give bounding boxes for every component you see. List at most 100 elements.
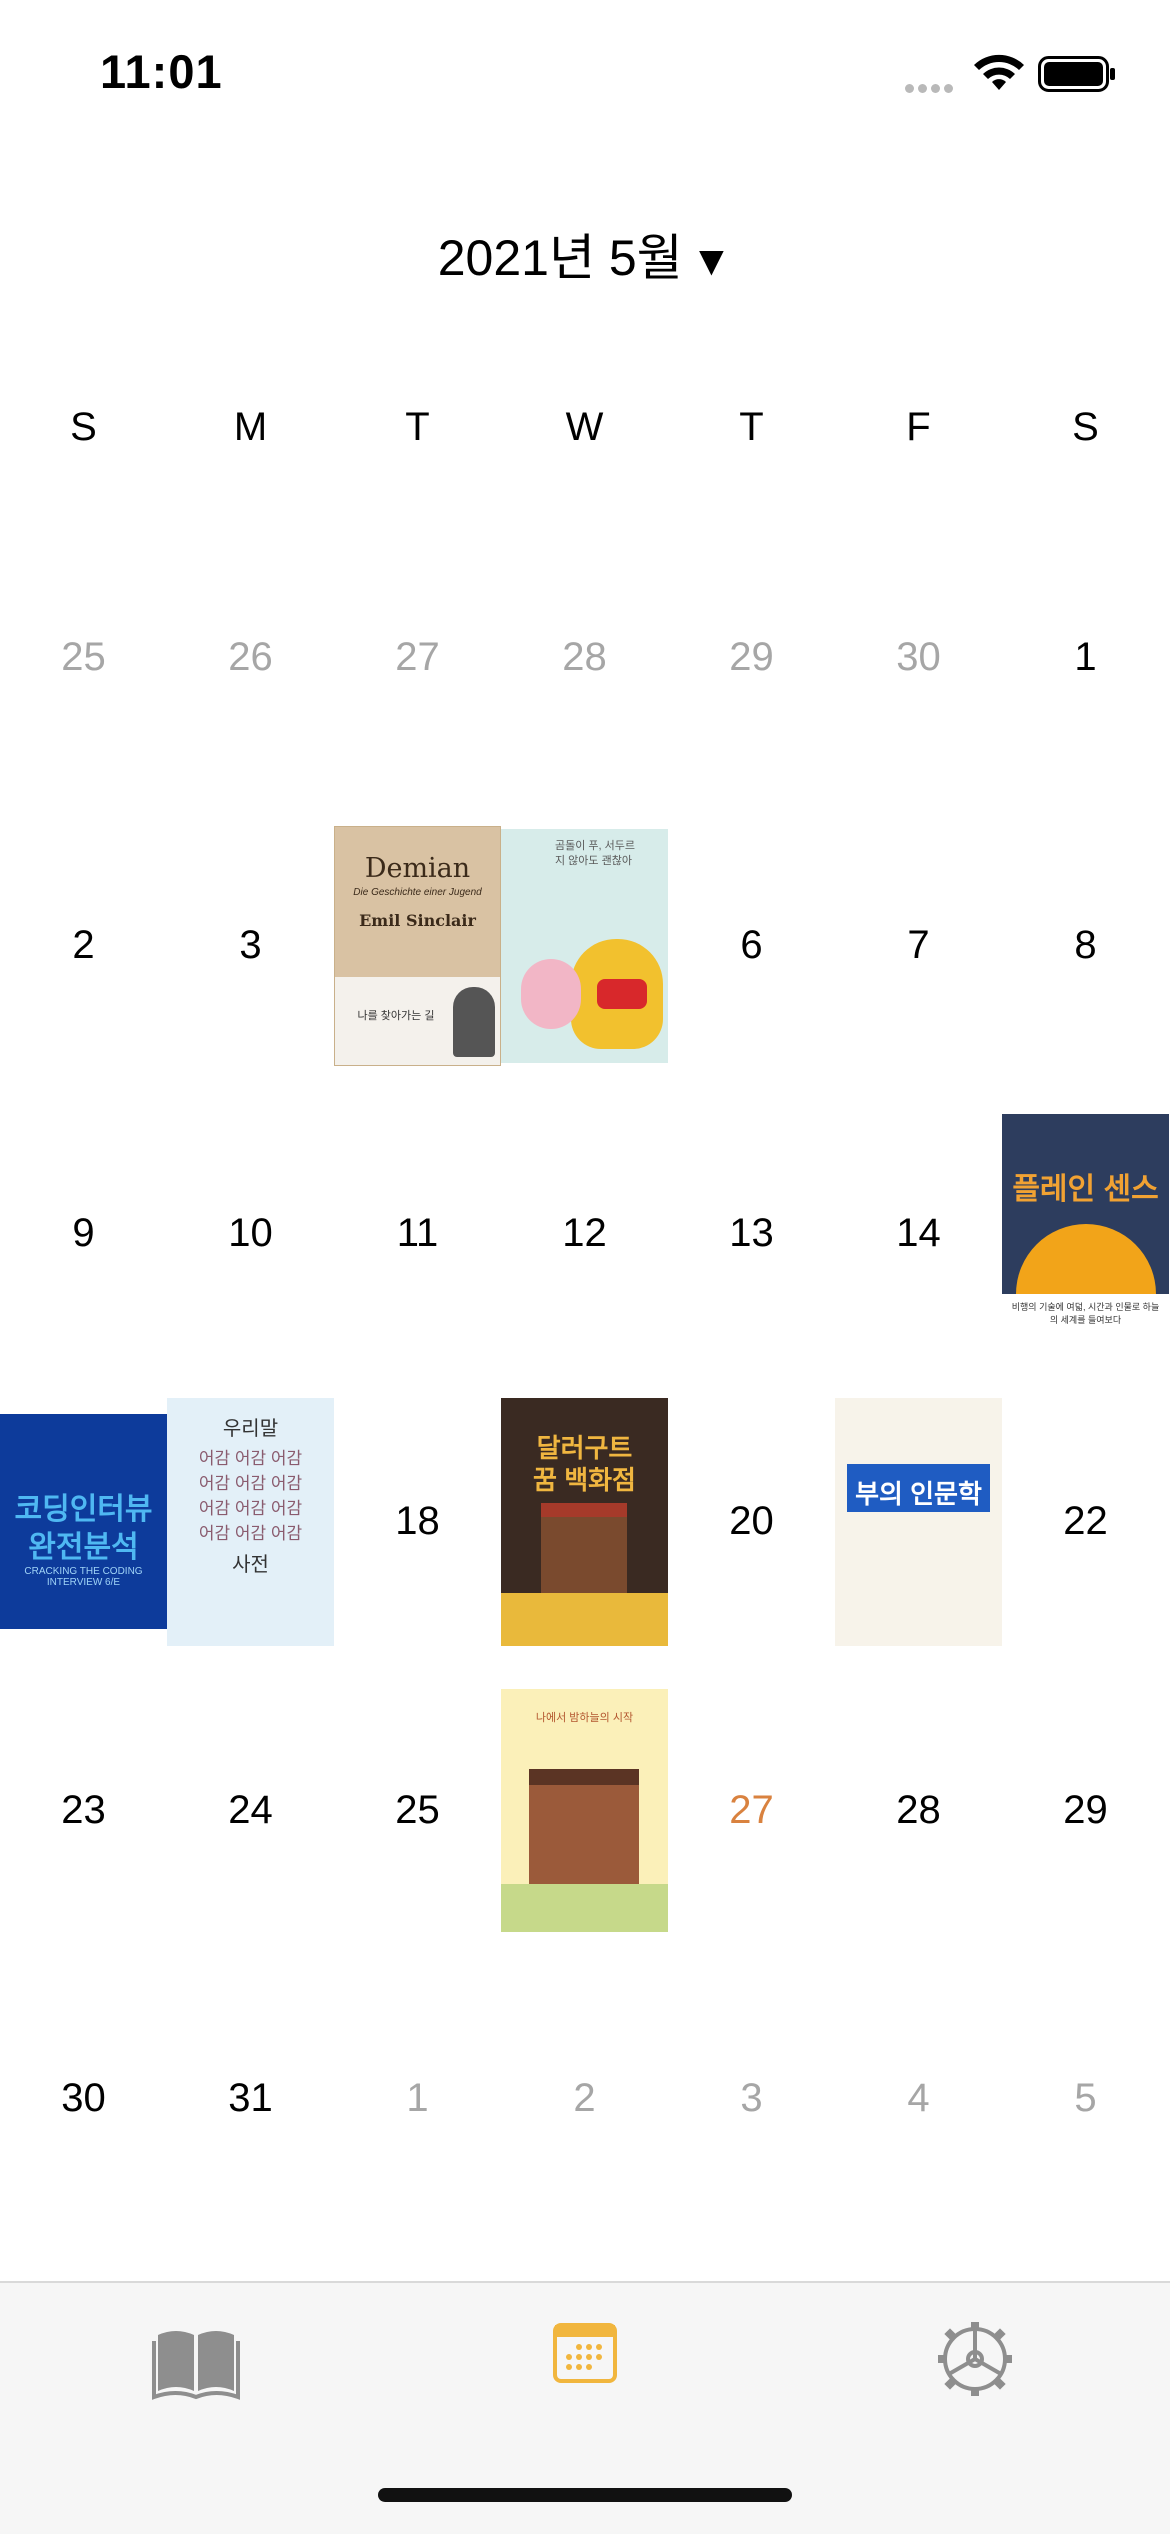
calendar-day-other-month[interactable]: 29	[668, 514, 835, 801]
book-cover-wealth: 부의 인문학	[835, 1398, 1002, 1646]
day-number: 2	[573, 2076, 596, 2120]
calendar-day[interactable]: 나에서 밤하늘의 시작	[501, 1667, 668, 1954]
day-number: 25	[61, 635, 106, 679]
building-shape	[541, 1503, 627, 1597]
calendar-day[interactable]: 10	[167, 1090, 334, 1377]
book-title-2: 완전분석	[28, 1531, 139, 1564]
day-number: 28	[896, 1788, 941, 1832]
calendar-day-other-month[interactable]: 2	[501, 1955, 668, 2242]
calendar-day[interactable]: 부의 인문학	[835, 1378, 1002, 1665]
day-number: 30	[61, 2076, 106, 2120]
book-line: 어감 어감 어감	[198, 1449, 303, 1468]
calendar-day[interactable]: 9	[0, 1090, 167, 1377]
day-number: 3	[740, 2076, 763, 2120]
calendar-day-other-month[interactable]: 1	[334, 1955, 501, 2242]
calendar-day[interactable]: 곰돌이 푸, 서두르지 않아도 괜찮아	[501, 802, 668, 1089]
book-subtitle: Die Geschichte einer Jugend	[353, 887, 482, 898]
day-number: 18	[395, 1499, 440, 1543]
book-title: Demian	[364, 853, 471, 884]
book-author: Emil Sinclair	[359, 911, 476, 930]
calendar-day-other-month[interactable]: 26	[167, 514, 334, 801]
calendar-day[interactable]: 우리말 어감 어감 어감 어감 어감 어감 어감 어감 어감 어감 어감 어감 사전	[167, 1378, 334, 1665]
day-number: 25	[395, 1788, 440, 1832]
calendar-day[interactable]: 22	[1002, 1378, 1169, 1665]
calendar-day[interactable]: 7	[835, 802, 1002, 1089]
calendar-day[interactable]: 18	[334, 1378, 501, 1665]
calendar-day-other-month[interactable]: 5	[1002, 1955, 1169, 2242]
calendar-day[interactable]: 28	[835, 1667, 1002, 1954]
calendar-icon	[553, 2323, 617, 2383]
house-shape	[529, 1769, 639, 1885]
author-photo	[453, 987, 495, 1057]
book-band: 나를 찾아가는 길	[335, 977, 500, 1065]
day-number: 3	[239, 923, 262, 967]
calendar-day[interactable]: 달러구트 꿈 백화점	[501, 1378, 668, 1665]
day-number: 29	[1063, 1788, 1108, 1832]
calendar-day-other-month[interactable]: 28	[501, 514, 668, 801]
calendar-day[interactable]: Demian Die Geschichte einer Jugend Emil Si…	[334, 802, 501, 1089]
gear-icon	[938, 2322, 1012, 2396]
book-subtitle-en: CRACKING THE CODING INTERVIEW 6/E	[24, 1566, 143, 1588]
calendar-day-today[interactable]: 27	[668, 1667, 835, 1954]
calendar-day-other-month[interactable]: 3	[668, 1955, 835, 2242]
calendar-day[interactable]: 24	[167, 1667, 334, 1954]
calendar-grid: 25 26 27 28 29 30 1 2 3 Demian Die Geschichte eine…	[0, 0, 1170, 2300]
calendar-day[interactable]: 25	[334, 1667, 501, 1954]
calendar-day-other-month[interactable]: 25	[0, 514, 167, 801]
day-number: 4	[907, 2076, 930, 2120]
calendar-day[interactable]: 6	[668, 802, 835, 1089]
calendar-day[interactable]: 12	[501, 1090, 668, 1377]
calendar-day[interactable]: 1	[1002, 514, 1169, 801]
day-number: 31	[228, 2076, 273, 2120]
day-number: 14	[896, 1211, 941, 1255]
book-line: 어감 어감 어감	[198, 1524, 303, 1543]
book-cover-dollagoot: 달러구트 꿈 백화점	[501, 1398, 668, 1646]
calendar-day[interactable]: 코딩인터뷰 완전분석 CRACKING THE CODING INTERVIEW 6…	[0, 1378, 167, 1665]
day-number: 27	[729, 1788, 774, 1832]
calendar-day-other-month[interactable]: 30	[835, 514, 1002, 801]
calendar-day-other-month[interactable]: 27	[334, 514, 501, 801]
day-number: 8	[1074, 923, 1097, 967]
tab-library[interactable]	[146, 2313, 246, 2403]
tab-calendar[interactable]	[535, 2313, 635, 2403]
day-number: 23	[61, 1788, 106, 1832]
piglet-figure	[521, 959, 581, 1029]
day-number: 6	[740, 923, 763, 967]
day-number: 1	[406, 2076, 429, 2120]
calendar-day[interactable]: 8	[1002, 802, 1169, 1089]
calendar-day[interactable]: 13	[668, 1090, 835, 1377]
book-tail: 사전	[232, 1554, 269, 1576]
book-icon	[152, 2331, 240, 2400]
bottom-band	[501, 1593, 668, 1646]
calendar-day[interactable]: 2	[0, 802, 167, 1089]
day-number: 7	[907, 923, 930, 967]
day-number: 24	[228, 1788, 273, 1832]
calendar-day-other-month[interactable]: 4	[835, 1955, 1002, 2242]
day-number: 13	[729, 1211, 774, 1255]
day-number: 22	[1063, 1499, 1108, 1543]
calendar-day[interactable]: 31	[167, 1955, 334, 2242]
calendar-day[interactable]: 11	[334, 1090, 501, 1377]
book-cover-house: 나에서 밤하늘의 시작	[501, 1689, 668, 1932]
calendar-day[interactable]: 29	[1002, 1667, 1169, 1954]
calendar-day[interactable]: 23	[0, 1667, 167, 1954]
day-number: 1	[1074, 635, 1097, 679]
calendar-day[interactable]: 플레인 센스 비행의 기술에 여덟, 시간과 인물로 하늘의 세계를 들여보다	[1002, 1090, 1169, 1377]
calendar-day[interactable]: 20	[668, 1378, 835, 1665]
calendar-day[interactable]: 30	[0, 1955, 167, 2242]
book-title: 부의 인문학	[855, 1479, 982, 1509]
tab-settings[interactable]	[925, 2313, 1025, 2403]
calendar-day[interactable]: 14	[835, 1090, 1002, 1377]
book-line: 어감 어감 어감	[198, 1474, 303, 1493]
day-number: 27	[395, 635, 440, 679]
book-band-text: 나를 찾아가는 길	[357, 1010, 435, 1022]
day-number: 9	[72, 1211, 95, 1255]
grass-band	[501, 1884, 668, 1932]
book-title-2: 꿈 백화점	[533, 1465, 636, 1495]
book-cover-coding-interview: 코딩인터뷰 완전분석 CRACKING THE CODING INTERVIEW 6…	[0, 1414, 167, 1629]
day-number: 11	[396, 1211, 439, 1255]
pooh-shirt	[597, 979, 647, 1009]
calendar-day[interactable]: 3	[167, 802, 334, 1089]
day-number: 12	[562, 1211, 607, 1255]
home-indicator	[378, 2488, 792, 2502]
